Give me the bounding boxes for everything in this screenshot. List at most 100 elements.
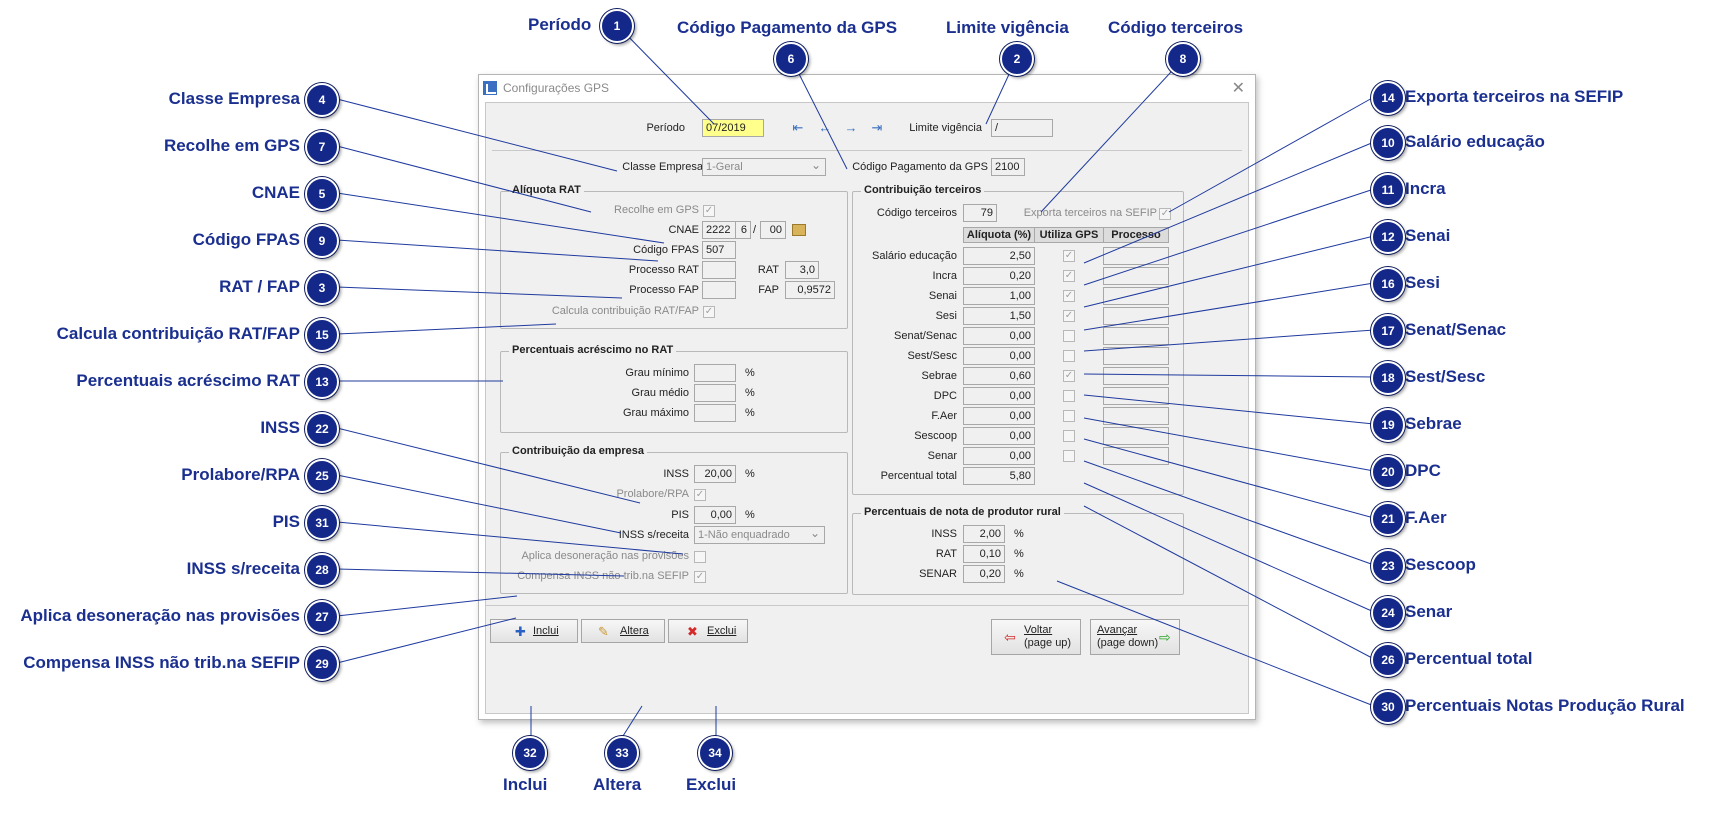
gps-checkbox-f-aer[interactable]	[1063, 410, 1075, 422]
gps-checkbox-sescoop[interactable]	[1063, 430, 1075, 442]
pis-unit: %	[745, 509, 755, 521]
inclui-label: Inclui	[533, 625, 559, 637]
annotation-label-34: Exclui	[686, 775, 737, 794]
voltar-button[interactable]: ⇦ Voltar (page up)	[991, 619, 1081, 655]
aliquota-senat-senac[interactable]: 0,00	[963, 327, 1035, 345]
codigo-pagamento-input[interactable]: 2100	[991, 158, 1025, 176]
header-aliquota: Alíquota (%)	[963, 227, 1035, 243]
annotation-label-3: RAT / FAP	[219, 277, 300, 296]
aliquota-sest-sesc[interactable]: 0,00	[963, 347, 1035, 365]
annotation-label-24: Senar	[1405, 602, 1453, 621]
altera-button[interactable]: ✎ Altera	[581, 619, 665, 643]
row-label-dpc: DPC	[933, 390, 957, 402]
gps-checkbox-salario-educacao[interactable]: ✓	[1063, 250, 1075, 262]
gps-checkbox-sesi[interactable]: ✓	[1063, 310, 1075, 322]
grau-maximo-input[interactable]	[694, 404, 736, 422]
rat-input[interactable]: 3,0	[785, 261, 819, 279]
rural-senar-input[interactable]: 0,20	[963, 565, 1005, 583]
annotation-badge-13: 13	[305, 365, 339, 399]
cnae-lookup-icon[interactable]	[792, 224, 806, 236]
annotation-badge-34: 34	[698, 736, 732, 770]
annotation-badge-22: 22	[305, 412, 339, 446]
grau-minimo-input[interactable]	[694, 364, 736, 382]
fap-input[interactable]: 0,9572	[785, 281, 835, 299]
rat-label: RAT	[757, 264, 779, 276]
rural-rat-unit: %	[1014, 548, 1024, 560]
gps-checkbox-senai[interactable]: ✓	[1063, 290, 1075, 302]
periodo-input[interactable]: 07/2019	[702, 119, 764, 137]
processo-sest-sesc[interactable]	[1103, 347, 1169, 365]
aliquota-sesi[interactable]: 1,50	[963, 307, 1035, 325]
processo-f-aer[interactable]	[1103, 407, 1169, 425]
prolabore-checkbox[interactable]: ✓	[694, 489, 706, 501]
inss-receita-select[interactable]: 1-Não enquadrado	[694, 526, 825, 544]
processo-sesi[interactable]	[1103, 307, 1169, 325]
gps-checkbox-sebrae[interactable]: ✓	[1063, 370, 1075, 382]
processo-senat-senac[interactable]	[1103, 327, 1169, 345]
last-period-icon[interactable]: ⇥	[868, 119, 886, 137]
processo-sescoop[interactable]	[1103, 427, 1169, 445]
aliquota-salario-educacao[interactable]: 2,50	[963, 247, 1035, 265]
next-period-icon[interactable]: →	[842, 119, 860, 137]
processo-dpc[interactable]	[1103, 387, 1169, 405]
previous-period-icon[interactable]: ←	[816, 119, 834, 137]
aliquota-f-aer[interactable]: 0,00	[963, 407, 1035, 425]
annotation-badge-12: 12	[1371, 220, 1405, 254]
inss-input[interactable]: 20,00	[694, 465, 736, 483]
compensa-inss-checkbox[interactable]: ✓	[694, 571, 706, 583]
aliquota-sebrae[interactable]: 0,60	[963, 367, 1035, 385]
aliquota-sescoop[interactable]: 0,00	[963, 427, 1035, 445]
first-period-icon[interactable]: ⇤	[789, 119, 807, 137]
grau-medio-input[interactable]	[694, 384, 736, 402]
gps-checkbox-dpc[interactable]	[1063, 390, 1075, 402]
codigo-fpas-input[interactable]: 507	[702, 241, 736, 259]
row-label-incra: Incra	[932, 270, 957, 282]
gps-checkbox-senar[interactable]	[1063, 450, 1075, 462]
inclui-button[interactable]: ✚ Inclui	[490, 619, 578, 643]
exclui-label: Exclui	[707, 625, 737, 637]
processo-fap-input[interactable]	[702, 281, 736, 299]
processo-rat-input[interactable]	[702, 261, 736, 279]
recolhe-gps-checkbox[interactable]: ✓	[703, 205, 715, 217]
aliquota-senai[interactable]: 1,00	[963, 287, 1035, 305]
cnae-label: CNAE	[668, 224, 699, 236]
cnae-code-input[interactable]: 2222	[702, 221, 736, 239]
close-icon[interactable]: ✕	[1232, 78, 1245, 98]
codigo-terceiros-input[interactable]: 79	[963, 204, 997, 222]
annotation-badge-18: 18	[1371, 361, 1405, 395]
processo-senar[interactable]	[1103, 447, 1169, 465]
aplica-desoneracao-checkbox[interactable]	[694, 551, 706, 563]
gps-checkbox-senat-senac[interactable]	[1063, 330, 1075, 342]
rural-rat-input[interactable]: 0,10	[963, 545, 1005, 563]
exclui-button[interactable]: ✖ Exclui	[668, 619, 748, 643]
produtor-rural-title: Percentuais de nota de produtor rural	[861, 506, 1064, 518]
annotation-badge-26: 26	[1371, 643, 1405, 677]
annotation-label-31: PIS	[272, 512, 300, 531]
processo-salario-educacao[interactable]	[1103, 247, 1169, 265]
fap-label: FAP	[758, 284, 779, 296]
processo-incra[interactable]	[1103, 267, 1169, 285]
annotation-badge-16: 16	[1371, 267, 1405, 301]
contribuicao-terceiros-group: Contribuição terceiros Código terceiros …	[852, 184, 1184, 495]
aliquota-incra[interactable]: 0,20	[963, 267, 1035, 285]
pis-input[interactable]: 0,00	[694, 506, 736, 524]
row-label-senar: Senar	[927, 450, 957, 462]
avancar-button[interactable]: Avançar (page down) ⇨	[1090, 619, 1180, 655]
annotation-badge-5: 5	[305, 177, 339, 211]
gps-checkbox-sest-sesc[interactable]	[1063, 350, 1075, 362]
cnae-suffix-input[interactable]: 00	[760, 221, 786, 239]
exporta-terceiros-checkbox[interactable]: ✓	[1159, 208, 1171, 220]
aliquota-rat-group: Alíquota RAT Recolhe em GPS ✓ CNAE 2222 …	[500, 184, 848, 329]
processo-sebrae[interactable]	[1103, 367, 1169, 385]
annotation-label-6: Código Pagamento da GPS	[677, 18, 898, 37]
calcula-rat-fap-checkbox[interactable]: ✓	[703, 306, 715, 318]
processo-senai[interactable]	[1103, 287, 1169, 305]
limite-vigencia-input[interactable]: /	[991, 119, 1053, 137]
gps-checkbox-incra[interactable]: ✓	[1063, 270, 1075, 282]
annotation-label-17: Senat/Senac	[1405, 320, 1507, 339]
rural-inss-input[interactable]: 2,00	[963, 525, 1005, 543]
classe-empresa-select[interactable]: 1-Geral	[702, 158, 826, 176]
aliquota-dpc[interactable]: 0,00	[963, 387, 1035, 405]
aliquota-senar[interactable]: 0,00	[963, 447, 1035, 465]
cnae-digit-input[interactable]: 6	[735, 221, 751, 239]
